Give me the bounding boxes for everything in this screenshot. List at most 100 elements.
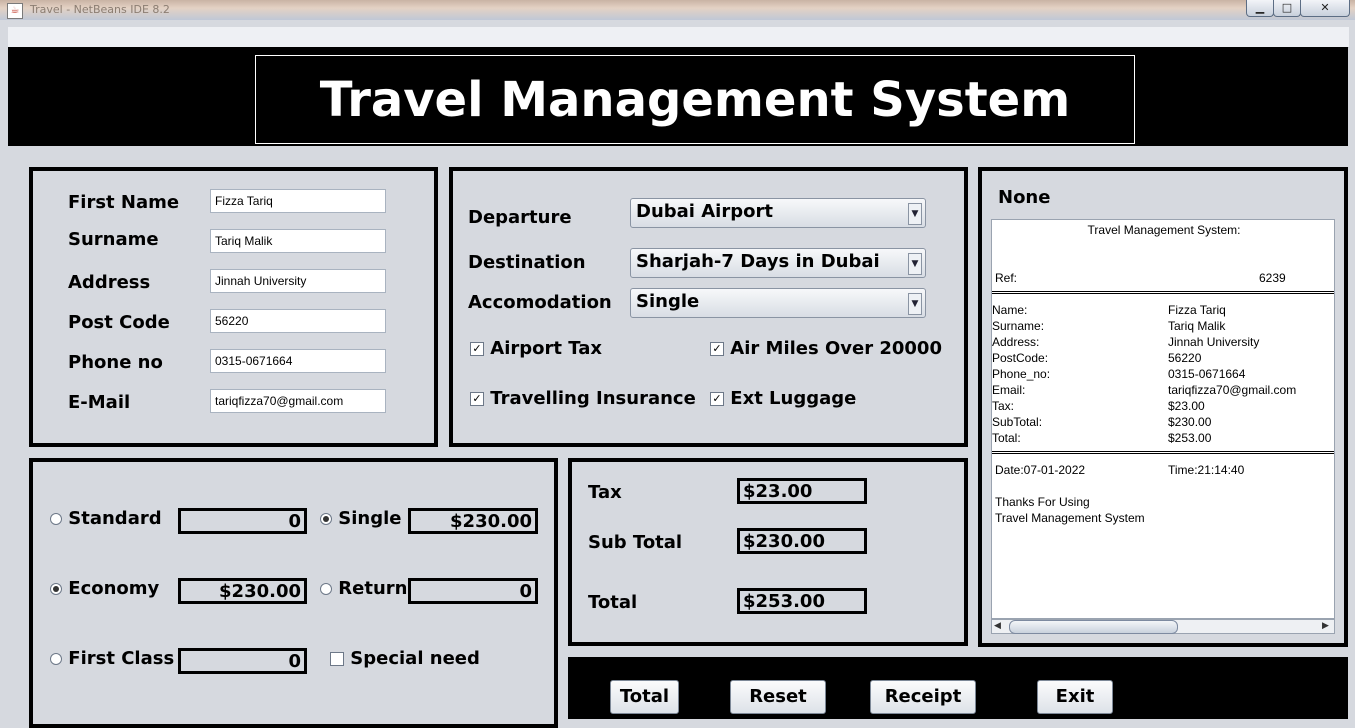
checkbox-checked-icon[interactable]: ✓	[710, 392, 724, 406]
receipt-row-value: 56220	[1168, 351, 1202, 365]
receipt-thanks-line1: Thanks For Using	[995, 495, 1090, 509]
scrollbar-thumb[interactable]	[1009, 620, 1178, 634]
receipt-button[interactable]: Receipt	[870, 680, 976, 714]
receipt-row-value: tariqfizza70@gmail.com	[1168, 383, 1297, 397]
receipt-ref-label: Ref:	[995, 271, 1018, 285]
ext-luggage-label: Ext Luggage	[730, 388, 857, 409]
window-title: Travel - NetBeans IDE 8.2	[30, 3, 170, 16]
phone-label: Phone no	[68, 352, 163, 373]
menu-bar	[8, 27, 1349, 48]
radio-icon[interactable]	[50, 653, 62, 665]
receipt-row-value: $253.00	[1168, 431, 1212, 445]
receipt-thanks-line2: Travel Management System	[995, 511, 1145, 525]
standard-radio[interactable]: Standard	[50, 508, 162, 529]
receipt-row-value: Tariq Malik	[1168, 319, 1226, 333]
surname-label: Surname	[68, 229, 159, 250]
tax-label: Tax	[588, 482, 622, 503]
destination-value: Sharjah-7 Days in Dubai	[636, 251, 880, 272]
airport-tax-checkbox[interactable]: ✓ Airport Tax	[470, 338, 602, 359]
subtotal-label: Sub Total	[588, 532, 683, 553]
special-need-label: Special need	[350, 648, 480, 669]
maximize-icon[interactable]: □	[1273, 0, 1301, 17]
total-button[interactable]: Total	[610, 680, 679, 714]
receipt-row-key: Phone_no:	[992, 367, 1051, 381]
receipt-row-value: Jinnah University	[1168, 335, 1260, 349]
checkbox-checked-icon[interactable]: ✓	[470, 392, 484, 406]
receipt-row-key: PostCode:	[992, 351, 1049, 365]
close-icon[interactable]: ✕	[1300, 0, 1350, 17]
first-class-price: 0	[178, 648, 307, 674]
address-field[interactable]: Jinnah University	[210, 269, 386, 293]
single-radio[interactable]: Single	[320, 508, 402, 529]
postcode-field[interactable]: 56220	[210, 309, 386, 333]
return-radio[interactable]: Return	[320, 578, 407, 599]
email-field[interactable]: tariqfizza70@gmail.com	[210, 389, 386, 413]
special-need-checkbox[interactable]: Special need	[330, 648, 480, 669]
first-name-label: First Name	[68, 192, 180, 213]
standard-price: 0	[178, 508, 307, 534]
receipt-row-key: Total:	[992, 431, 1021, 445]
page-title: Travel Management System	[319, 71, 1071, 128]
java-app-icon: ☕	[7, 3, 23, 19]
chevron-down-icon[interactable]: ▼	[908, 293, 922, 315]
airport-tax-label: Airport Tax	[490, 338, 602, 359]
receipt-row-value: 0315-0671664	[1168, 367, 1246, 381]
checkbox-checked-icon[interactable]: ✓	[710, 342, 724, 356]
receipt-title: Travel Management System:	[1087, 223, 1241, 237]
tax-value: $23.00	[737, 478, 867, 504]
address-label: Address	[68, 272, 151, 293]
first-class-radio[interactable]: First Class	[50, 648, 174, 669]
receipt-row-key: Email:	[992, 383, 1026, 397]
accommodation-select[interactable]: Single ▼	[630, 288, 926, 318]
chevron-down-icon[interactable]: ▼	[908, 203, 922, 225]
radio-selected-icon[interactable]	[50, 583, 62, 595]
checkbox-icon[interactable]	[330, 652, 344, 666]
receipt-ref: 6239	[1259, 271, 1286, 285]
departure-select[interactable]: Dubai Airport ▼	[630, 198, 926, 228]
postcode-label: Post Code	[68, 312, 170, 333]
radio-selected-icon[interactable]	[320, 513, 332, 525]
minimize-icon[interactable]: ▁	[1246, 0, 1274, 17]
departure-value: Dubai Airport	[636, 201, 773, 222]
accommodation-value: Single	[636, 291, 700, 312]
departure-label: Departure	[468, 207, 572, 228]
scroll-left-icon[interactable]: ◀	[994, 621, 1001, 631]
air-miles-checkbox[interactable]: ✓ Air Miles Over 20000	[710, 338, 942, 359]
chevron-down-icon[interactable]: ▼	[908, 253, 922, 275]
receipt-textarea[interactable]: Travel Management System: Ref: 6239 Name…	[991, 219, 1335, 619]
receipt-row-key: Surname:	[992, 319, 1045, 333]
first-class-label: First Class	[68, 648, 175, 669]
email-label: E-Mail	[68, 392, 131, 413]
air-miles-label: Air Miles Over 20000	[730, 338, 942, 359]
radio-icon[interactable]	[320, 583, 332, 595]
receipt-row-value: $230.00	[1168, 415, 1212, 429]
accommodation-label: Accomodation	[468, 292, 612, 313]
receipt-row-key: SubTotal:	[992, 415, 1043, 429]
receipt-row-key: Address:	[992, 335, 1040, 349]
standard-label: Standard	[68, 508, 162, 529]
ext-luggage-checkbox[interactable]: ✓ Ext Luggage	[710, 388, 856, 409]
total-label: Total	[588, 592, 638, 613]
receipt-row-value: Fizza Tariq	[1168, 303, 1226, 317]
single-label: Single	[338, 508, 402, 529]
destination-select[interactable]: Sharjah-7 Days in Dubai ▼	[630, 248, 926, 278]
receipt-row-key: Name:	[992, 303, 1028, 317]
insurance-checkbox[interactable]: ✓ Travelling Insurance	[470, 388, 696, 409]
scroll-right-icon[interactable]: ▶	[1322, 621, 1329, 631]
phone-field[interactable]: 0315-0671664	[210, 349, 386, 373]
destination-label: Destination	[468, 252, 586, 273]
exit-button[interactable]: Exit	[1037, 680, 1113, 714]
first-name-field[interactable]: Fizza Tariq	[210, 189, 386, 213]
insurance-label: Travelling Insurance	[490, 388, 696, 409]
window-titlebar	[0, 0, 1355, 20]
economy-radio[interactable]: Economy	[50, 578, 159, 599]
economy-label: Economy	[68, 578, 160, 599]
receipt-separator	[992, 291, 1334, 298]
radio-icon[interactable]	[50, 513, 62, 525]
checkbox-checked-icon[interactable]: ✓	[470, 342, 484, 356]
surname-field[interactable]: Tariq Malik	[210, 229, 386, 253]
return-label: Return	[338, 578, 408, 599]
reset-button[interactable]: Reset	[730, 680, 826, 714]
receipt-label: None	[998, 187, 1051, 208]
return-price: 0	[408, 578, 538, 604]
